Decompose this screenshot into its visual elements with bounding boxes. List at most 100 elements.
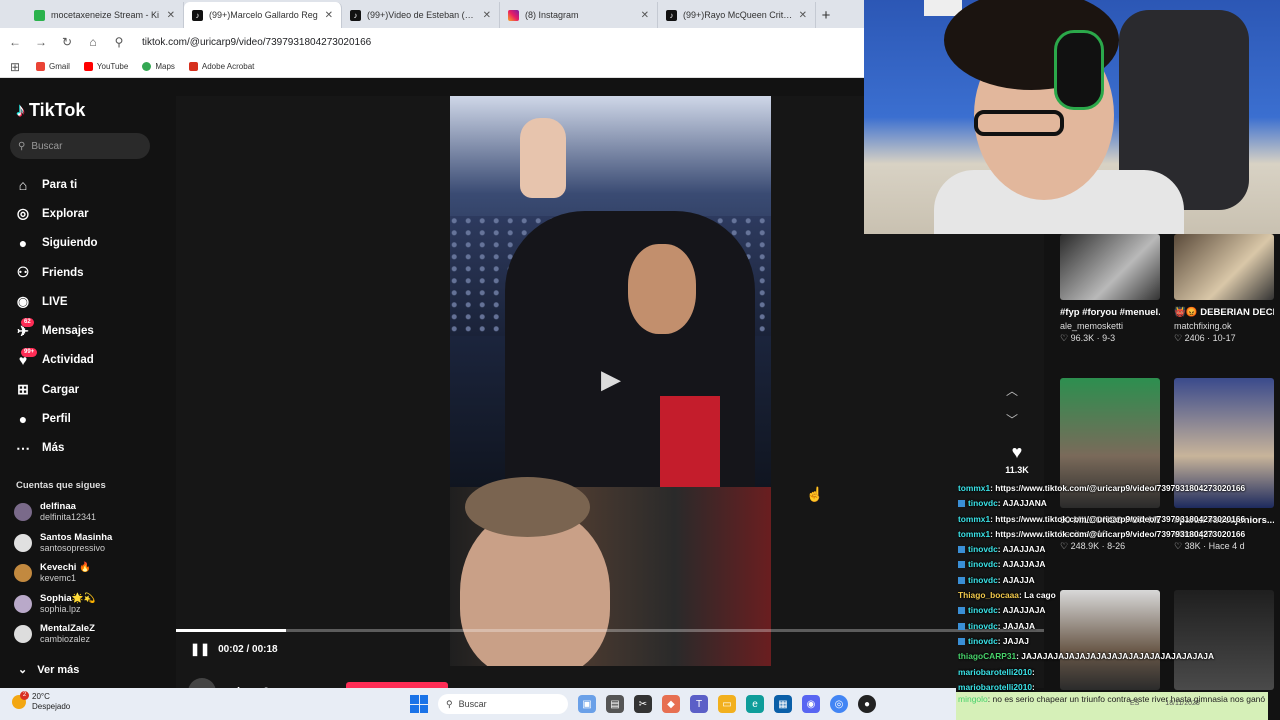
browser-tab[interactable]: ♪ (99+)Rayo McQueen Critica a l ✕ [658,2,816,28]
video-card[interactable]: #fyp #foryou #menuel... ale_memosketti ♡… [1060,234,1160,344]
video-nav: ︿ ﹀ [1006,382,1018,428]
browser-tab[interactable]: ♪ (99+)Video de Esteban (@usern ✕ [342,2,500,28]
reload-icon[interactable]: ↻ [60,35,74,49]
close-tab-icon[interactable]: ✕ [483,10,491,21]
bookmark-maps[interactable]: Maps [142,62,175,71]
home-icon[interactable]: ⌂ [86,35,100,49]
chat-message: : AJAJJA [997,574,1035,585]
sidebar-item-mensajes[interactable]: ✈ 62 Mensajes [14,316,164,345]
account-name: delfinaa [40,501,76,513]
river-shirt [660,396,720,487]
forward-icon[interactable]: → [34,35,48,49]
url-field[interactable]: tiktok.com/@uricarp9/video/7397931804273… [142,37,371,48]
video-frame[interactable]: ▶ [450,96,771,666]
followed-account[interactable]: Santos Masinha santosopressivo [14,528,164,559]
chat-user: tinovdc [968,498,998,509]
close-tab-icon[interactable]: ✕ [325,10,333,21]
sun-icon: 2 [12,691,29,709]
following-avatar-icon: ● [18,235,28,252]
tiktok-logo[interactable]: ♪ TikTok [16,100,85,121]
task-view-icon[interactable]: ▤ [606,695,624,713]
site-info-icon[interactable]: ⚲ [112,35,126,49]
player-controls: ❚❚ 00:02 / 00:18 [190,642,278,656]
chevron-up-icon[interactable]: ︿ [1006,382,1018,399]
teams-icon[interactable]: T [690,695,708,713]
sidebar-item-cargar[interactable]: ⊞ Cargar [14,375,164,404]
video-author[interactable]: matchfixing.ok [1174,321,1274,331]
apps-grid-icon[interactable]: ⊞ [8,60,22,74]
video-card[interactable]: 👹😡 DEBERIAN DECIR DE QUE CLU... matchfix… [1174,234,1274,344]
new-tab-button[interactable]: + [816,2,836,28]
sidebar: ♪ TikTok ⚲ Buscar ⌂ Para ti ◎ Explorar ● Sigu… [0,80,170,688]
language-indicator[interactable]: ES [1130,700,1139,707]
obs-icon[interactable]: ● [858,695,876,713]
sidebar-item-siguiendo[interactable]: ● Siguiendo [14,229,164,258]
sidebar-item-friends[interactable]: ⚇ Friends [14,258,164,287]
widgets-icon[interactable]: ▣ [578,695,596,713]
taskbar-search[interactable]: ⚲ Buscar [438,694,568,714]
chat-badge-icon [958,637,965,645]
back-icon[interactable]: ← [8,35,22,49]
chat-message: : [1032,681,1035,692]
bookmark-adobe-acrobat[interactable]: Adobe Acrobat [188,62,254,71]
followed-account[interactable]: MentalZaleZ cambiozalez [14,619,164,650]
video-thumbnail[interactable] [1174,234,1274,300]
close-tab-icon[interactable]: ✕ [641,10,649,21]
discord-icon[interactable]: ◉ [802,695,820,713]
video-author[interactable]: ale_memosketti [1060,321,1160,331]
sidebar-item-para-ti[interactable]: ⌂ Para ti [14,170,164,199]
chat-line: mariobarotelli2010: [958,665,1280,680]
capcut-icon[interactable]: ✂ [634,695,652,713]
file-explorer-icon[interactable]: ▭ [718,695,736,713]
clock-date[interactable]: 18/11/2025 [1165,700,1200,707]
progress-fill [176,629,287,632]
profile-icon: ● [18,411,28,428]
chat-message: : https://www.tiktok.com/@uricarp9/video… [990,528,1246,539]
search-input[interactable]: ⚲ Buscar [10,133,150,159]
bookmark-youtube[interactable]: YouTube [83,62,128,71]
bookmark-gmail[interactable]: Gmail [36,62,70,71]
chat-user: tommx1 [958,483,991,493]
sidebar-item-explorar[interactable]: ◎ Explorar [14,199,164,228]
edge-icon[interactable]: e [746,695,764,713]
weather-widget[interactable]: 2 20°C Despejado [12,691,71,712]
windows-start-icon[interactable] [410,695,428,713]
close-tab-icon[interactable]: ✕ [167,10,175,21]
address-bar: ← → ↻ ⌂ ⚲ tiktok.com/@uricarp9/video/739… [0,28,864,56]
tab-title: (99+)Video de Esteban (@usern [367,10,477,20]
sidebar-item-perfil[interactable]: ● Perfil [14,404,164,433]
chat-message: : AJAJJAJA [997,605,1046,616]
notification-badge: 2 [20,691,29,700]
chrome-icon[interactable]: ◎ [830,695,848,713]
chat-user: tinovdc [968,559,998,570]
store-icon[interactable]: ▦ [774,695,792,713]
browser-tab[interactable]: (8) Instagram ✕ [500,2,658,28]
progress-bar[interactable] [176,629,1044,632]
chevron-down-icon: ⌄ [18,664,28,676]
close-tab-icon[interactable]: ✕ [799,10,807,21]
chat-badge-icon [958,561,965,569]
sidebar-item-live[interactable]: ◉ LIVE [14,287,164,316]
weather-desc: Despejado [32,702,71,711]
browser-tab[interactable]: ♪ (99+)Marcelo Gallardo Reg ✕ [184,2,342,28]
like-count: 11.3K [1005,465,1029,475]
chat-message: : https://www.tiktok.com/@uricarp9/video… [990,483,1246,493]
chat-user: thiagoCARP31 [958,651,1017,662]
chat-badge-icon [958,546,965,554]
browser-tab[interactable]: mocetaxeneize Stream - Ki ✕ [26,2,184,28]
chevron-down-icon[interactable]: ﹀ [1006,411,1018,428]
sidebar-item-m-s[interactable]: ⋯ Más [14,434,164,463]
instagram-icon [508,9,519,21]
video-thumbnail[interactable] [1060,234,1160,300]
see-more-button[interactable]: ⌄ Ver más [18,663,79,677]
play-icon[interactable]: ▶ [596,364,626,394]
sidebar-item-actividad[interactable]: ♥ 99+ Actividad [14,346,164,375]
heart-icon: ♥ [1011,442,1023,462]
copilot-icon[interactable]: ◆ [662,695,680,713]
followed-account[interactable]: delfinaa delfinita12341 [14,497,164,528]
followed-account[interactable]: Sophia🌟💫 sophia.lpz [14,589,164,620]
chat-message: : La cago [1018,590,1056,601]
followed-account[interactable]: Kevechi 🔥 kevemc1 [14,558,164,589]
like-button[interactable]: ♥ 11.3K [998,442,1036,475]
pause-icon[interactable]: ❚❚ [190,642,210,656]
